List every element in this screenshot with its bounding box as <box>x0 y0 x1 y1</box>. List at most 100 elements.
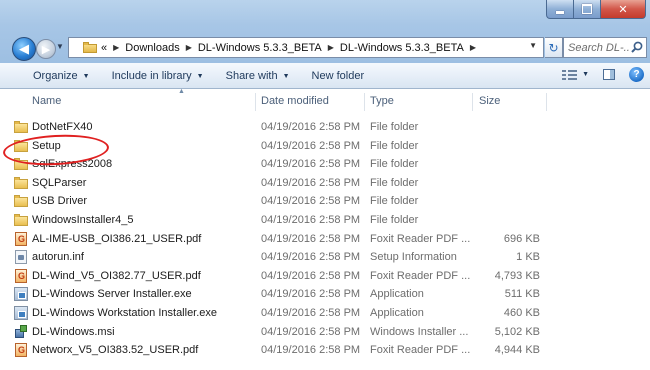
table-row[interactable]: SQLParser 04/19/2016 2:58 PM File folder <box>0 174 650 193</box>
close-icon: ✕ <box>618 3 628 16</box>
chevron-down-icon: ▼ <box>56 42 64 51</box>
column-divider[interactable] <box>255 93 256 111</box>
change-view-icon[interactable] <box>562 69 578 81</box>
breadcrumb-item-downloads[interactable]: Downloads <box>125 42 179 54</box>
explorer-window: ✕ ◀ ▶ ▼ « ▶ Downloads ▶ DL-Windows 5.3.3… <box>0 0 650 370</box>
file-size: 5,102 KB <box>494 325 540 338</box>
exe-icon <box>14 287 28 302</box>
file-size: 696 KB <box>503 232 540 245</box>
preview-pane-icon[interactable] <box>603 69 615 80</box>
file-type: Windows Installer ... <box>370 325 469 338</box>
chevron-right-icon[interactable]: ▶ <box>328 43 334 52</box>
search-input[interactable] <box>568 39 630 56</box>
table-row[interactable]: DL-Wind_V5_OI382.77_USER.pdf 04/19/2016 2… <box>0 267 650 286</box>
address-history-dropdown[interactable]: ▼ <box>529 41 537 50</box>
title-bar: ✕ ◀ ▶ ▼ « ▶ Downloads ▶ DL-Windows 5.3.3… <box>0 0 650 63</box>
chevron-right-icon[interactable]: ▶ <box>470 43 476 52</box>
folder-icon <box>14 213 28 227</box>
chevron-right-icon[interactable]: ▶ <box>186 43 192 52</box>
breadcrumb: « ▶ Downloads ▶ DL-Windows 5.3.3_BETA ▶ … <box>101 42 482 54</box>
file-name: SQLParser <box>32 176 87 189</box>
column-divider[interactable] <box>364 93 365 111</box>
column-header-name[interactable]: Name <box>32 89 61 114</box>
maximize-button[interactable] <box>574 0 601 19</box>
file-size <box>478 174 540 193</box>
file-size: 511 KB <box>504 288 540 301</box>
sort-ascending-icon: ▲ <box>178 88 185 95</box>
file-date: 04/19/2016 2:58 PM <box>261 232 361 245</box>
file-type: File folder <box>370 213 419 226</box>
file-size: 4,793 KB <box>494 269 540 282</box>
help-icon[interactable]: ? <box>629 67 644 82</box>
minimize-button[interactable] <box>546 0 574 19</box>
file-size <box>478 192 540 211</box>
file-size <box>478 211 540 230</box>
chevron-down-icon[interactable]: ▼ <box>582 71 589 78</box>
column-header-size[interactable]: Size <box>479 89 500 114</box>
breadcrumb-overflow[interactable]: « <box>101 42 107 54</box>
file-type: File folder <box>370 158 419 171</box>
arrow-right-icon: ▶ <box>41 43 51 56</box>
file-name: DL-Windows.msi <box>32 325 115 338</box>
breadcrumb-item-dl-windows-current[interactable]: DL-Windows 5.3.3_BETA <box>340 42 464 54</box>
file-date: 04/19/2016 2:58 PM <box>261 195 361 208</box>
maximize-icon <box>582 4 592 14</box>
command-bar: Organize ▼ Include in library ▼ Share with… <box>0 63 650 89</box>
table-row[interactable]: USB Driver 04/19/2016 2:58 PM File folder <box>0 192 650 211</box>
file-date: 04/19/2016 2:58 PM <box>261 325 361 338</box>
chevron-right-icon[interactable]: ▶ <box>113 43 119 52</box>
file-type: Application <box>370 306 424 319</box>
include-in-library-button[interactable]: Include in library ▼ <box>112 70 204 82</box>
column-header-date[interactable]: Date modified <box>261 89 329 114</box>
table-row[interactable]: autorun.inf 04/19/2016 2:58 PM Setup Infor… <box>0 248 650 267</box>
file-date: 04/19/2016 2:58 PM <box>261 213 361 226</box>
arrow-left-icon: ◀ <box>19 41 29 56</box>
file-date: 04/19/2016 2:58 PM <box>261 139 361 152</box>
msi-icon <box>14 324 28 339</box>
file-name: autorun.inf <box>32 251 84 264</box>
file-date: 04/19/2016 2:58 PM <box>261 344 361 357</box>
refresh-button[interactable]: ↻ <box>545 37 563 58</box>
file-size: 4,944 KB <box>494 344 540 357</box>
table-row[interactable]: AL-IME-USB_OI386.21_USER.pdf 04/19/2016 2… <box>0 230 650 249</box>
file-name: Networx_V5_OI383.52_USER.pdf <box>32 344 199 357</box>
table-row[interactable]: SqlExpress2008 04/19/2016 2:58 PM File fol… <box>0 155 650 174</box>
column-header-type[interactable]: Type <box>370 89 394 114</box>
file-type: Foxit Reader PDF ... <box>370 232 471 245</box>
folder-icon <box>14 176 28 190</box>
file-date: 04/19/2016 2:58 PM <box>261 288 361 301</box>
table-row[interactable]: DotNetFX40 04/19/2016 2:58 PM File folder <box>0 118 650 137</box>
column-divider[interactable] <box>546 93 547 111</box>
column-header: Name ▲ Date modified Type Size <box>0 88 650 114</box>
file-date: 04/19/2016 2:58 PM <box>261 251 361 264</box>
pdf-icon <box>15 268 27 283</box>
close-button[interactable]: ✕ <box>601 0 646 19</box>
new-folder-button[interactable]: New folder <box>312 70 365 82</box>
table-row[interactable]: Networx_V5_OI383.52_USER.pdf 04/19/2016 2… <box>0 341 650 360</box>
table-row[interactable]: DL-Windows Workstation Installer.exe 04/1… <box>0 304 650 323</box>
table-row[interactable]: WindowsInstaller4_5 04/19/2016 2:58 PM Fil… <box>0 211 650 230</box>
breadcrumb-item-dl-windows[interactable]: DL-Windows 5.3.3_BETA <box>198 42 322 54</box>
address-bar[interactable]: « ▶ Downloads ▶ DL-Windows 5.3.3_BETA ▶ … <box>68 37 544 58</box>
recent-pages-dropdown[interactable]: ▼ <box>56 42 64 51</box>
organize-label: Organize <box>33 69 78 82</box>
chevron-down-icon: ▼ <box>282 72 290 80</box>
file-type: File folder <box>370 139 419 152</box>
table-row[interactable]: DL-Windows.msi 04/19/2016 2:58 PM Windows … <box>0 323 650 342</box>
chevron-down-icon: ▼ <box>196 72 204 80</box>
column-divider[interactable] <box>472 93 473 111</box>
file-type: Foxit Reader PDF ... <box>370 344 471 357</box>
file-date: 04/19/2016 2:58 PM <box>261 176 361 189</box>
organize-button[interactable]: Organize ▼ <box>33 70 90 82</box>
folder-icon <box>14 194 28 208</box>
file-size <box>478 155 540 174</box>
file-name: USB Driver <box>32 195 88 208</box>
forward-button[interactable]: ▶ <box>36 39 56 59</box>
table-row[interactable]: DL-Windows Server Installer.exe 04/19/201… <box>0 285 650 304</box>
share-with-button[interactable]: Share with ▼ <box>226 70 290 82</box>
file-date: 04/19/2016 2:58 PM <box>261 121 361 133</box>
search-box <box>563 37 647 58</box>
file-name: WindowsInstaller4_5 <box>32 213 134 226</box>
search-icon[interactable] <box>631 41 643 53</box>
back-button[interactable]: ◀ <box>12 37 36 61</box>
